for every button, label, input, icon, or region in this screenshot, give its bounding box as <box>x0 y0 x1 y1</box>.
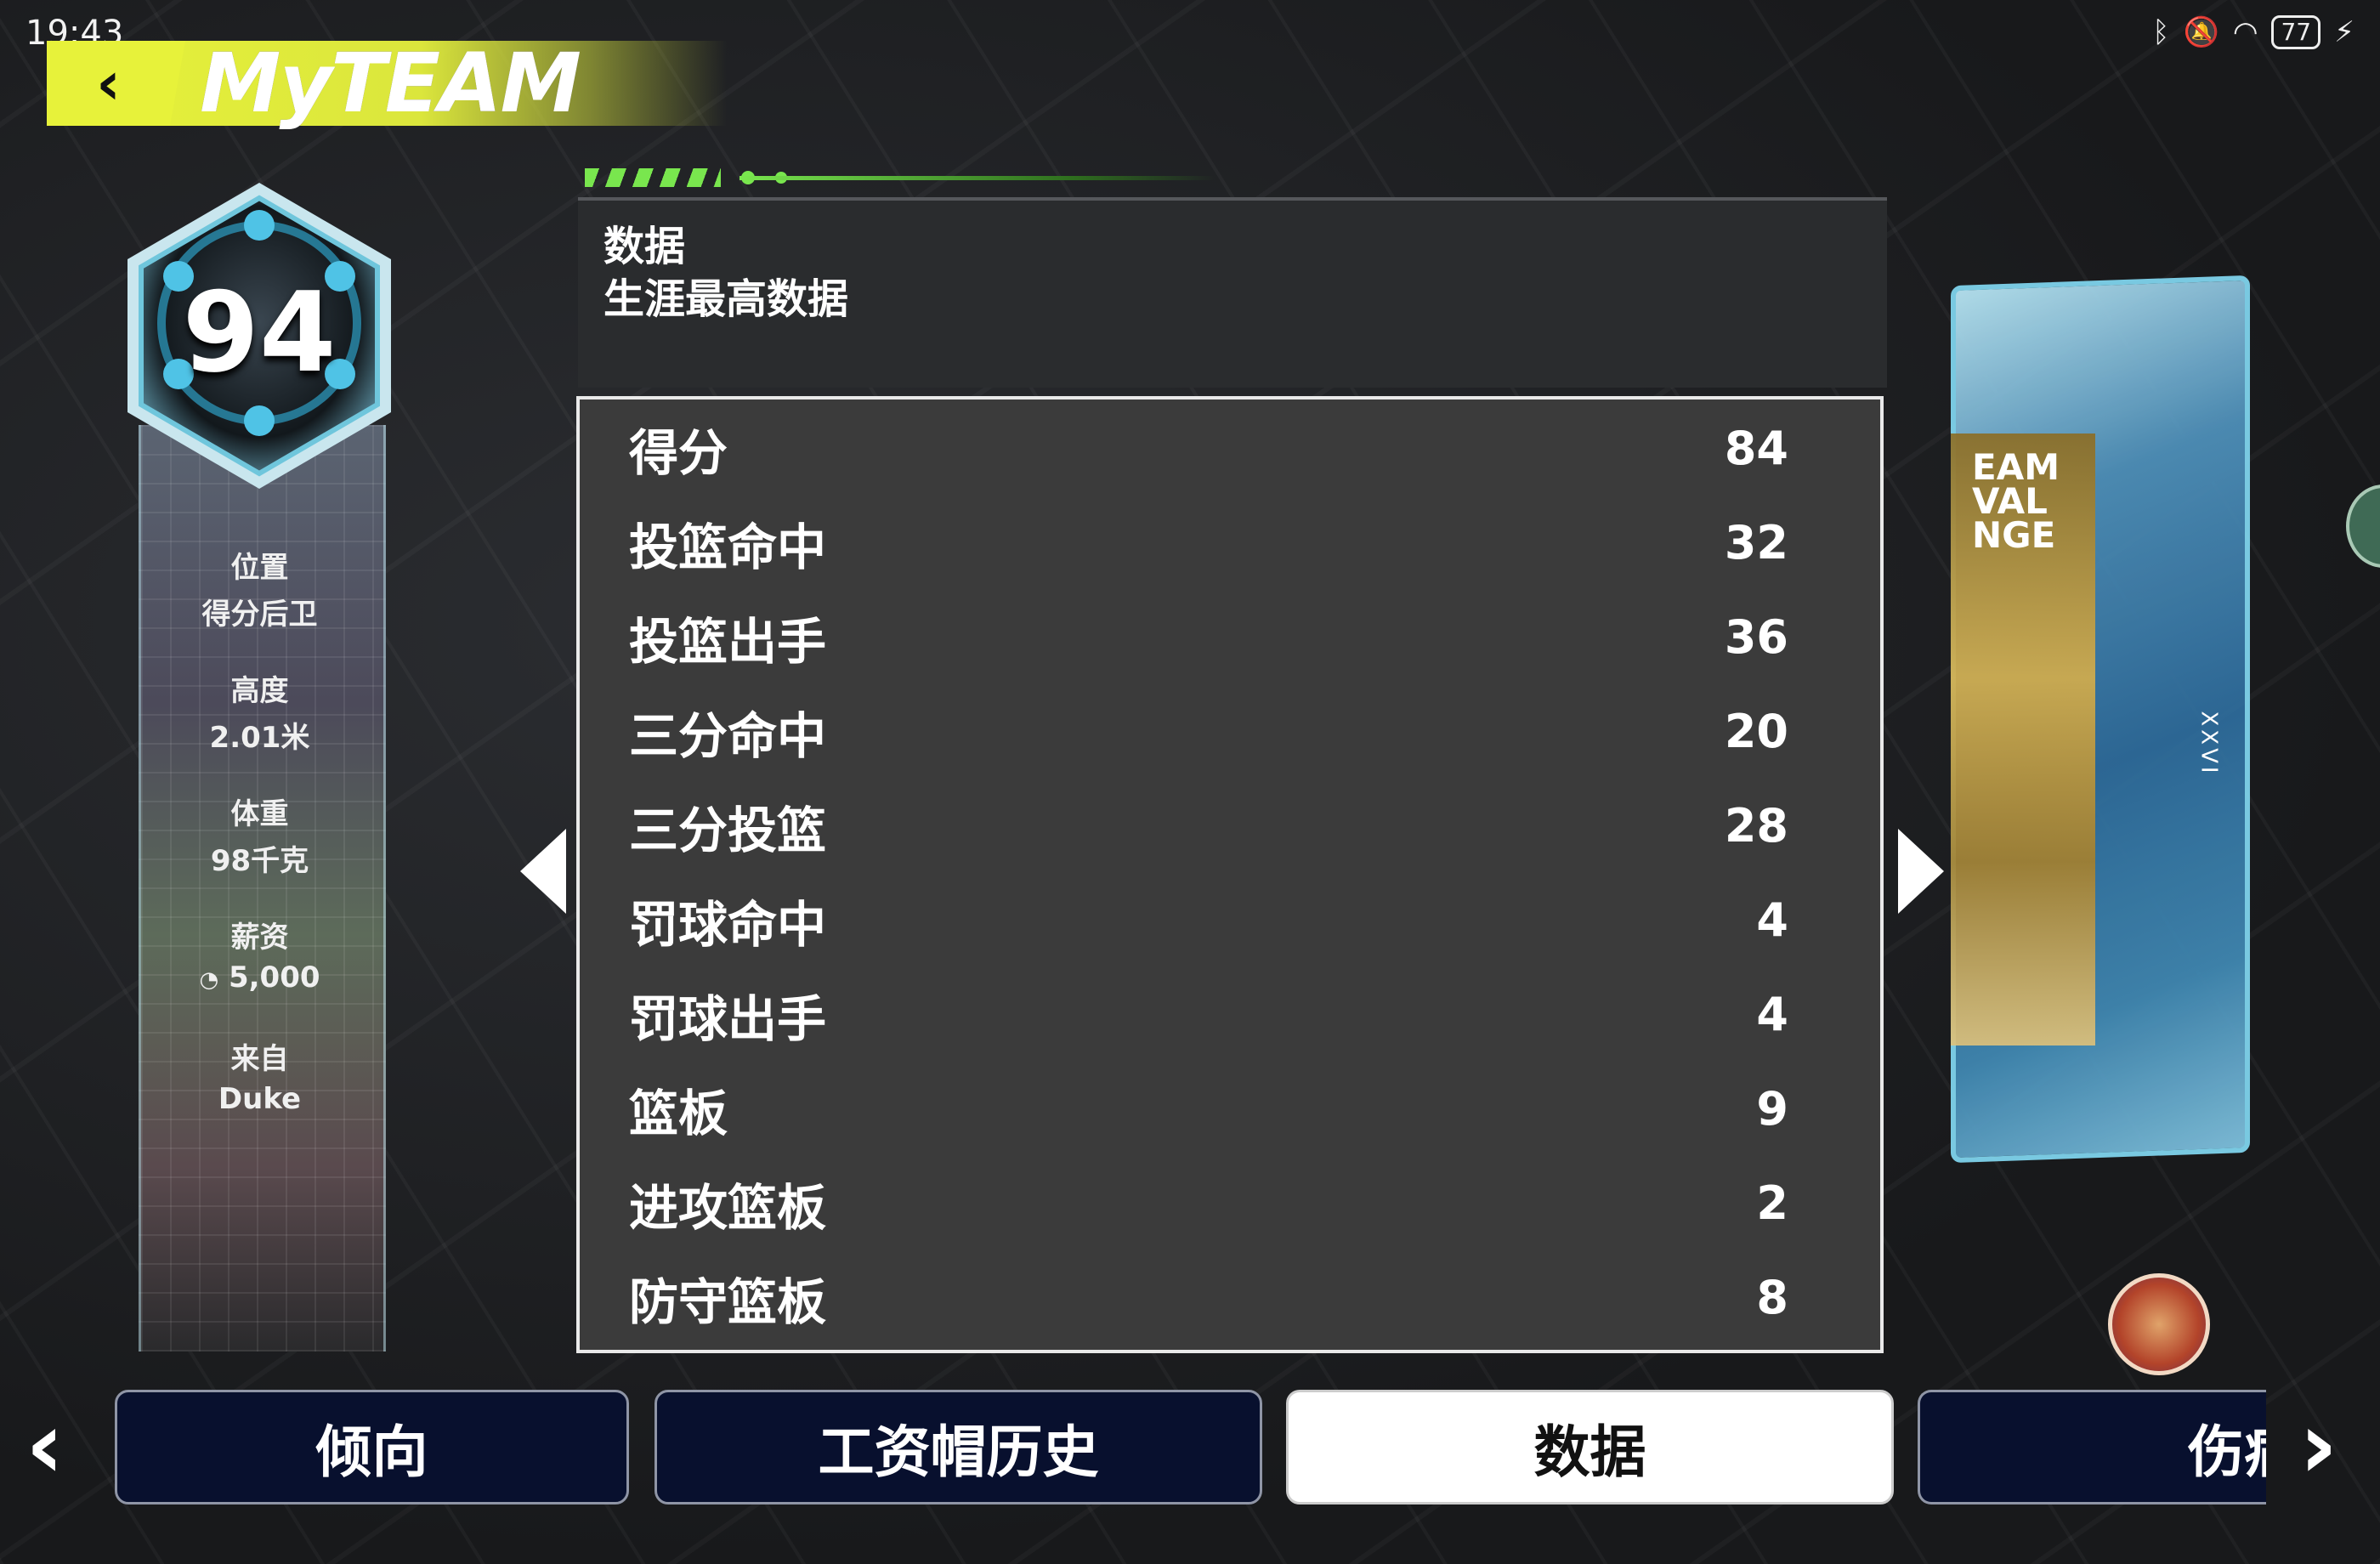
height-info: 高度 2.01米 <box>139 667 381 756</box>
stat-label: 得分 <box>629 423 728 482</box>
stat-row: 三分投篮 28 <box>580 779 1880 873</box>
position-label: 位置 <box>230 551 289 585</box>
stat-value: 20 <box>1724 705 1788 758</box>
tabs-next-chevron-icon[interactable]: › <box>2299 1394 2338 1496</box>
stat-row: 进攻篮板 2 <box>580 1156 1880 1250</box>
card-text-line: NGE <box>1972 514 2056 556</box>
from-label: 来自 <box>230 1042 289 1076</box>
stat-value: 84 <box>1724 422 1788 475</box>
card-text-line: VAL <box>1972 480 2048 522</box>
wifi-icon: ◠ <box>2232 15 2258 49</box>
prev-page-arrow-icon[interactable] <box>520 829 566 914</box>
stat-row: 投篮出手 36 <box>580 590 1880 684</box>
stat-label: 篮板 <box>629 1084 728 1142</box>
weight-value: 98千克 <box>210 844 309 878</box>
salary-row: ◔ 5,000 <box>139 960 381 994</box>
coin-badge-icon <box>2108 1273 2210 1375</box>
tab-injuries[interactable]: 伤病 <box>1918 1390 2266 1504</box>
height-label: 高度 <box>230 674 289 708</box>
tab-label: 数据 <box>1533 1419 1646 1485</box>
position-info: 位置 得分后卫 <box>139 544 381 632</box>
stat-row: 三分命中 20 <box>580 684 1880 779</box>
tab-tendencies[interactable]: 倾向 <box>115 1390 629 1504</box>
stat-value: 8 <box>1756 1271 1788 1324</box>
weight-info: 体重 98千克 <box>139 790 381 879</box>
overall-rating-badge: 94 <box>110 174 408 497</box>
stat-value: 9 <box>1756 1082 1788 1136</box>
stat-label: 三分投篮 <box>629 801 827 859</box>
myteam-logo: MyTEAM <box>200 36 581 131</box>
stat-label: 罚球命中 <box>629 895 827 954</box>
stat-value: 2 <box>1756 1176 1788 1230</box>
battery-icon: 77 <box>2271 15 2321 49</box>
stat-row: 得分 84 <box>580 401 1880 496</box>
salary-info: 薪资 ◔ 5,000 <box>139 914 381 994</box>
back-arrow-icon: ‹ <box>96 48 121 118</box>
stat-value: 4 <box>1756 893 1788 947</box>
charging-icon: ⚡ <box>2334 15 2354 49</box>
stat-value: 4 <box>1756 988 1788 1041</box>
next-page-arrow-icon[interactable] <box>1898 829 1944 914</box>
card-text-line: EAM <box>1972 446 2060 488</box>
stat-row: 篮板 9 <box>580 1062 1880 1156</box>
tab-salary-cap-history[interactable]: 工资帽历史 <box>654 1390 1262 1504</box>
stat-value: 28 <box>1724 799 1788 853</box>
stats-table: 得分 84 投篮命中 32 投篮出手 36 三分命中 20 三分投篮 28 罚球… <box>576 396 1884 1353</box>
stat-label: 进攻篮板 <box>629 1178 827 1237</box>
stat-label: 投篮出手 <box>629 612 827 671</box>
panel-title: 数据 <box>604 223 686 270</box>
stat-label: 防守篮板 <box>629 1272 827 1331</box>
stat-value: 36 <box>1724 610 1788 664</box>
card-series-label: XXVI <box>2196 711 2222 777</box>
tab-label: 伤病 <box>2188 1419 2266 1485</box>
stat-label: 投篮命中 <box>629 518 827 576</box>
salary-label: 薪资 <box>230 921 289 955</box>
salary-coin-icon: ◔ <box>199 967 219 993</box>
stat-row: 罚球出手 4 <box>580 967 1880 1062</box>
from-info: 来自 Duke <box>139 1035 381 1116</box>
stat-row: 罚球命中 4 <box>580 873 1880 967</box>
back-button[interactable]: ‹ <box>47 41 185 126</box>
salary-value: 5,000 <box>228 960 320 994</box>
mute-icon: 🔕 <box>2183 15 2219 49</box>
progress-stripes <box>585 168 721 187</box>
bluetooth-icon: ᛒ <box>2152 15 2170 49</box>
tab-label: 工资帽历史 <box>818 1419 1099 1485</box>
stat-label: 罚球出手 <box>629 989 827 1048</box>
position-value: 得分后卫 <box>201 598 318 632</box>
from-value: Duke <box>218 1082 302 1116</box>
stat-row: 投篮命中 32 <box>580 496 1880 590</box>
stat-label: 三分命中 <box>629 706 827 765</box>
height-value: 2.01米 <box>209 721 310 755</box>
tab-stats[interactable]: 数据 <box>1286 1390 1894 1504</box>
tabs-prev-chevron-icon[interactable]: ‹ <box>26 1394 64 1496</box>
card-text: EAM VAL NGE <box>1972 446 2060 556</box>
stat-row: 防守篮板 8 <box>580 1250 1880 1345</box>
weight-label: 体重 <box>230 797 289 831</box>
status-icons: ᛒ 🔕 ◠ 77 ⚡ <box>2152 15 2354 49</box>
overall-rating-value: 94 <box>182 268 337 397</box>
progress-line <box>740 176 1216 180</box>
panel-subtitle: 生涯最高数据 <box>604 275 849 323</box>
header-bar: ‹ MyTEAM <box>47 41 727 126</box>
tab-label: 倾向 <box>315 1419 428 1485</box>
stat-value: 32 <box>1724 516 1788 570</box>
